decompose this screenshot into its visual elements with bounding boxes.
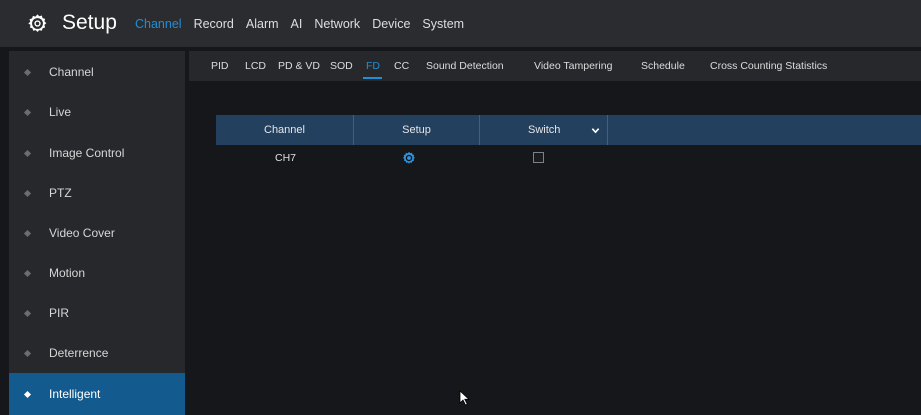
- sidebar: Channel Live Image Control PTZ Video Cov…: [9, 51, 185, 415]
- channel-cell: CH7: [275, 152, 297, 164]
- sidebar-item-label: Image Control: [49, 146, 125, 160]
- tab-lcd[interactable]: LCD: [245, 60, 266, 72]
- page-title: Setup: [62, 11, 117, 34]
- topmenu-network[interactable]: Network: [314, 17, 360, 31]
- tab-fd[interactable]: FD: [366, 60, 380, 72]
- sidebar-item-label: Motion: [49, 266, 86, 280]
- topmenu-channel[interactable]: Channel: [135, 17, 182, 31]
- tab-cc[interactable]: CC: [394, 60, 409, 72]
- active-tab-indicator: [363, 77, 382, 79]
- diamond-bullet-icon: [23, 189, 32, 197]
- diamond-bullet-icon: [23, 390, 32, 398]
- topmenu-record[interactable]: Record: [194, 17, 234, 31]
- sidebar-item-label: PIR: [49, 306, 70, 320]
- tab-sod[interactable]: SOD: [330, 60, 353, 72]
- tab-cross-counting-statistics[interactable]: Cross Counting Statistics: [710, 60, 827, 72]
- diamond-bullet-icon: [23, 309, 32, 317]
- tab-sound-detection[interactable]: Sound Detection: [426, 60, 504, 72]
- diamond-bullet-icon: [23, 349, 32, 357]
- sidebar-item-intelligent[interactable]: Intelligent: [9, 373, 185, 415]
- sidebar-item-live[interactable]: Live: [9, 93, 185, 131]
- subtab-bar: PID LCD PD & VD SOD FD CC Sound Detectio…: [189, 51, 921, 81]
- sidebar-item-motion[interactable]: Motion: [9, 254, 185, 292]
- diamond-bullet-icon: [23, 149, 32, 157]
- sidebar-item-label: Live: [49, 105, 72, 119]
- sidebar-item-video-cover[interactable]: Video Cover: [9, 214, 185, 252]
- diamond-bullet-icon: [23, 229, 32, 237]
- mouse-cursor-icon: [459, 390, 471, 406]
- column-header-switch[interactable]: Switch: [480, 115, 608, 145]
- sidebar-item-label: Deterrence: [49, 346, 109, 360]
- gear-icon[interactable]: [402, 151, 416, 165]
- sidebar-item-label: Video Cover: [49, 226, 115, 240]
- gear-icon: [28, 14, 47, 32]
- column-header-setup: Setup: [354, 115, 480, 145]
- sidebar-item-image-control[interactable]: Image Control: [9, 134, 185, 172]
- diamond-bullet-icon: [23, 108, 32, 116]
- column-header-channel: Channel: [216, 115, 354, 145]
- setup-window: Setup Channel Record Alarm AI Network De…: [0, 0, 921, 415]
- top-bar: Setup Channel Record Alarm AI Network De…: [0, 0, 921, 47]
- sidebar-item-label: Channel: [49, 65, 94, 79]
- tab-pd-vd[interactable]: PD & VD: [278, 60, 320, 72]
- sidebar-item-deterrence[interactable]: Deterrence: [9, 334, 185, 372]
- tab-video-tampering[interactable]: Video Tampering: [534, 60, 612, 72]
- top-menu: Channel Record Alarm AI Network Device S…: [135, 0, 476, 47]
- topmenu-device[interactable]: Device: [372, 17, 410, 31]
- topmenu-ai[interactable]: AI: [291, 17, 303, 31]
- table-header: Channel Setup Switch: [216, 115, 921, 145]
- diamond-bullet-icon: [23, 269, 32, 277]
- sidebar-item-label: PTZ: [49, 186, 72, 200]
- sidebar-item-ptz[interactable]: PTZ: [9, 174, 185, 212]
- sidebar-item-channel[interactable]: Channel: [9, 53, 185, 91]
- topmenu-alarm[interactable]: Alarm: [246, 17, 279, 31]
- sidebar-item-label: Intelligent: [49, 387, 101, 401]
- chevron-down-icon[interactable]: [591, 126, 600, 135]
- diamond-bullet-icon: [23, 68, 32, 76]
- tab-pid[interactable]: PID: [211, 60, 229, 72]
- tab-schedule[interactable]: Schedule: [641, 60, 685, 72]
- sidebar-item-pir[interactable]: PIR: [9, 294, 185, 332]
- topmenu-system[interactable]: System: [422, 17, 464, 31]
- switch-checkbox[interactable]: [533, 152, 544, 163]
